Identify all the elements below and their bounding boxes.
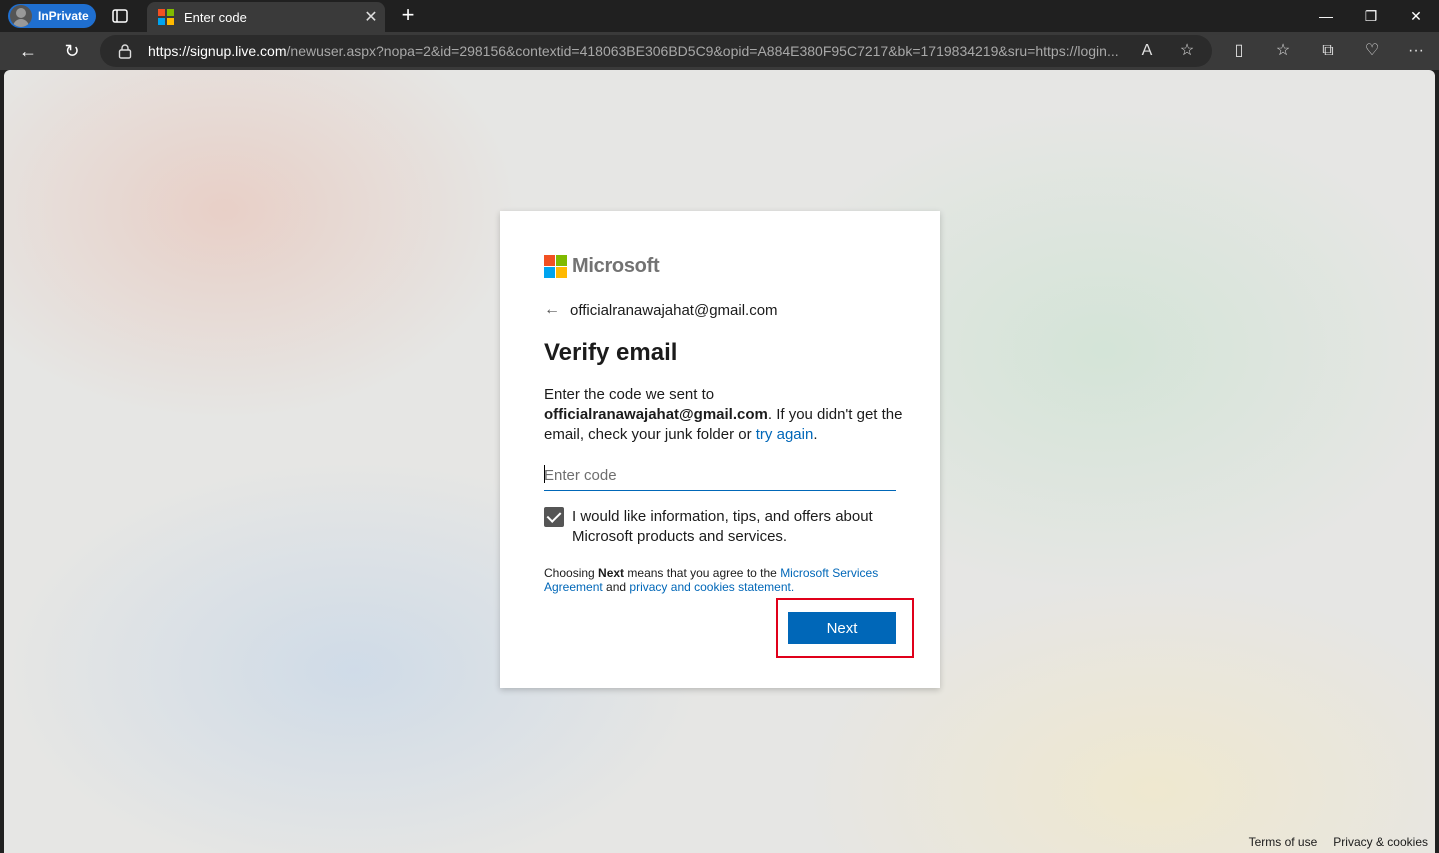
page-footer: Terms of use Privacy & cookies (1249, 835, 1428, 849)
favorites-icon[interactable]: ☆ (1268, 36, 1298, 66)
marketing-opt-in[interactable]: I would like information, tips, and offe… (544, 507, 892, 547)
split-screen-icon[interactable]: ▯ (1224, 36, 1254, 66)
code-input[interactable] (544, 461, 896, 491)
legal-and: and (606, 580, 627, 594)
navigation-bar: ← ↻ https://signup.live.com/newuser.aspx… (0, 32, 1439, 70)
microsoft-favicon-icon (158, 9, 174, 25)
profile-avatar-icon (10, 5, 32, 27)
marketing-checkbox[interactable] (544, 507, 564, 527)
terms-link[interactable]: Terms of use (1249, 835, 1318, 849)
page-content: Microsoft ← officialranawajahat@gmail.co… (4, 70, 1435, 853)
desc-end: . (813, 426, 818, 443)
tab-actions-icon[interactable] (110, 6, 130, 26)
address-bar[interactable]: https://signup.live.com/newuser.aspx?nop… (100, 35, 1212, 67)
inprivate-badge[interactable]: InPrivate (8, 4, 96, 28)
desc-pre: Enter the code we sent to (544, 386, 715, 403)
back-button[interactable]: ← (13, 36, 43, 66)
tab-enter-code[interactable]: Enter code ✕ (147, 2, 385, 32)
identity-banner[interactable]: ← officialranawajahat@gmail.com (544, 301, 778, 319)
microsoft-logo: Microsoft (544, 255, 660, 278)
legal-bold: Next (598, 566, 625, 580)
inprivate-label: InPrivate (38, 9, 89, 23)
microsoft-wordmark: Microsoft (572, 255, 660, 277)
privacy-link[interactable]: Privacy & cookies (1333, 835, 1428, 849)
identity-email: officialranawajahat@gmail.com (570, 301, 778, 319)
back-arrow-icon[interactable]: ← (544, 301, 570, 319)
marketing-checkbox-label[interactable]: I would like information, tips, and offe… (572, 507, 892, 547)
read-aloud-icon[interactable]: A (1132, 36, 1162, 66)
title-bar: InPrivate Enter code ✕ + — ❐ ✕ (0, 0, 1439, 32)
microsoft-logo-icon (544, 255, 567, 278)
maximize-button[interactable]: ❐ (1348, 0, 1394, 32)
url-host: https://signup.live.com (148, 43, 287, 59)
lock-icon[interactable] (118, 43, 132, 59)
browser-essentials-icon[interactable]: ♡ (1357, 36, 1387, 66)
legal-text: Choosing Next means that you agree to th… (544, 566, 896, 594)
text-cursor (544, 465, 545, 483)
url-text[interactable]: https://signup.live.com/newuser.aspx?nop… (148, 43, 1118, 59)
instruction-text: Enter the code we sent to officialranawa… (544, 385, 904, 445)
page-title: Verify email (544, 339, 678, 366)
close-window-button[interactable]: ✕ (1393, 0, 1439, 32)
new-tab-button[interactable]: + (396, 4, 420, 28)
legal-mid: means that you agree to the (627, 566, 777, 580)
tab-close-icon[interactable]: ✕ (357, 7, 385, 27)
privacy-statement-link[interactable]: privacy and cookies statement. (629, 580, 794, 594)
url-path: /newuser.aspx?nopa=2&id=298156&contextid… (286, 43, 1118, 59)
favorite-star-icon[interactable]: ☆ (1172, 36, 1202, 66)
refresh-button[interactable]: ↻ (57, 36, 87, 66)
minimize-button[interactable]: — (1303, 0, 1349, 32)
more-menu-icon[interactable]: ··· (1401, 36, 1431, 66)
tab-title: Enter code (184, 9, 247, 25)
try-again-link[interactable]: try again (756, 426, 814, 443)
desc-email: officialranawajahat@gmail.com (544, 406, 768, 423)
legal-pre: Choosing (544, 566, 595, 580)
highlight-box (776, 598, 914, 658)
collections-icon[interactable]: ⧉ (1313, 36, 1343, 66)
